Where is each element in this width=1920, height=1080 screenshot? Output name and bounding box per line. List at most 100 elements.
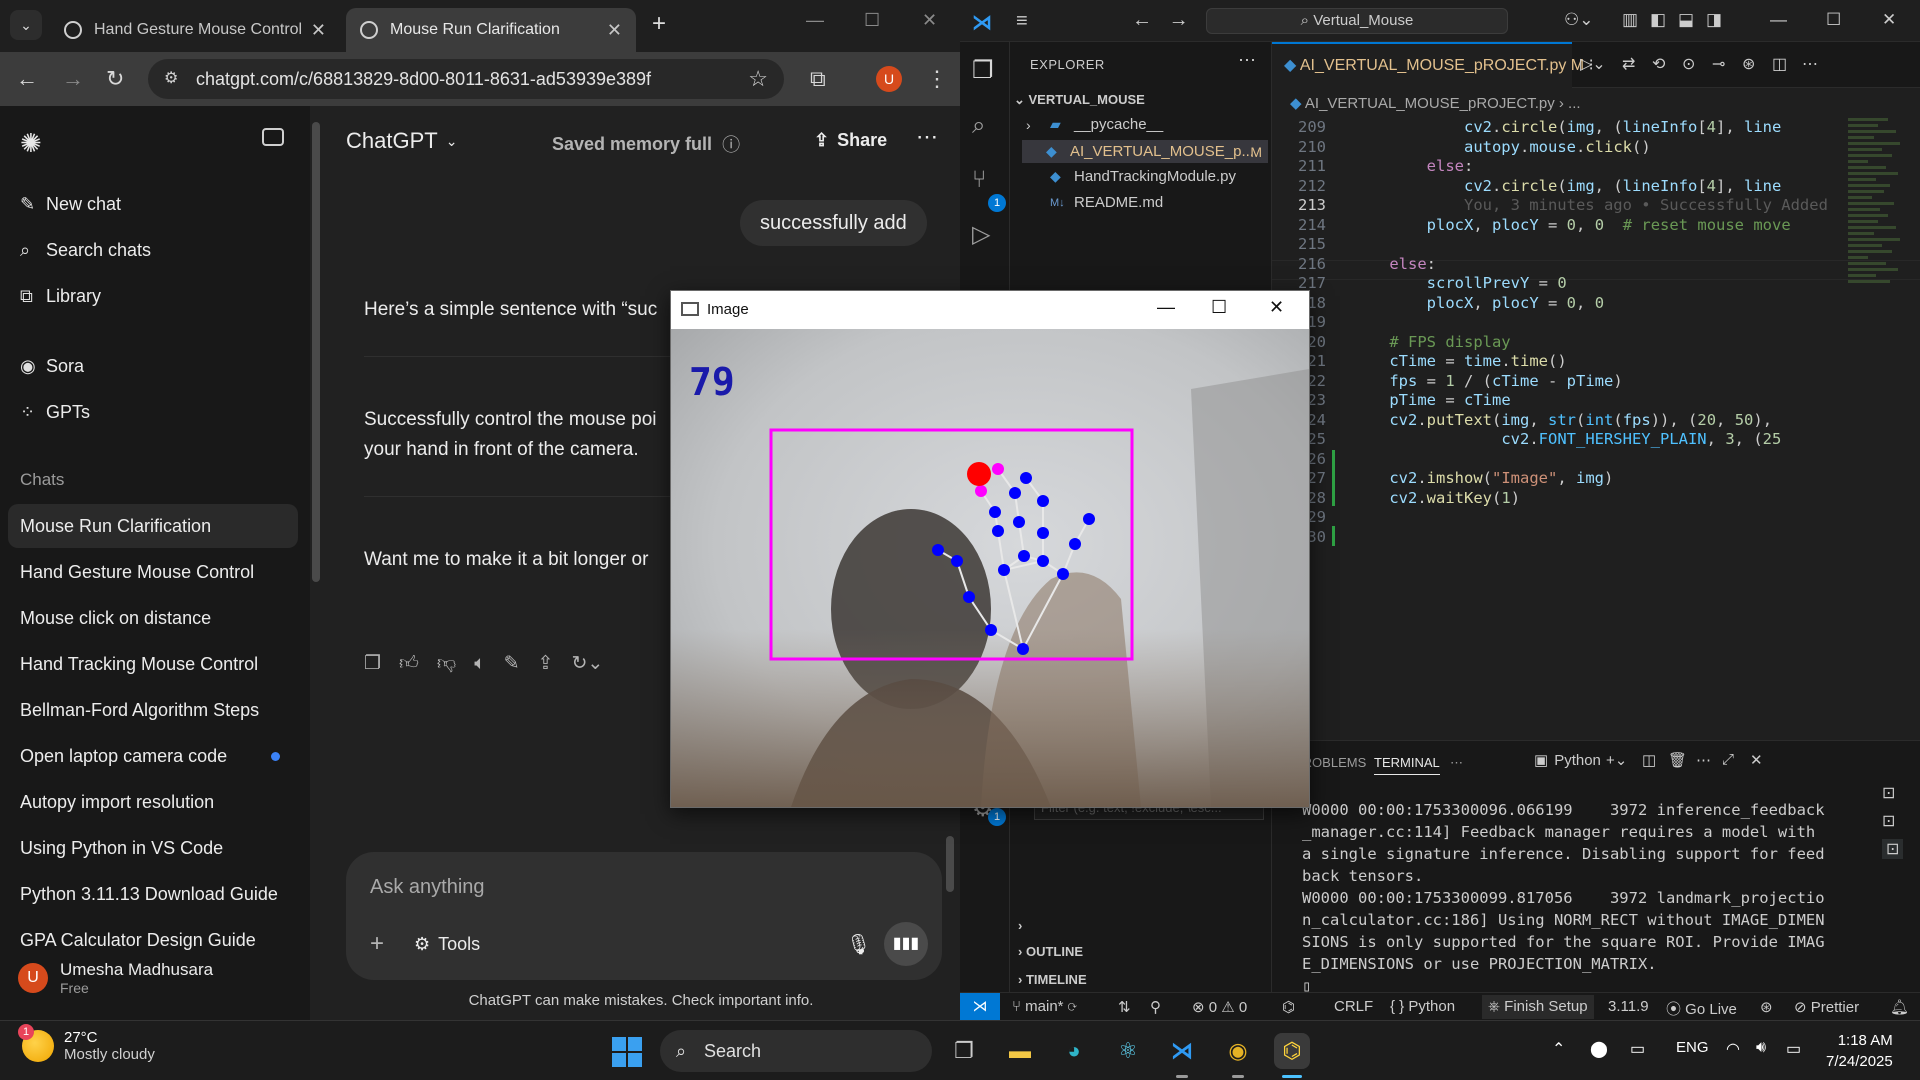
task-view-icon[interactable]: ❐ xyxy=(946,1033,982,1069)
thumbs-down-icon[interactable]: 👎︎ xyxy=(437,652,456,675)
branch-indicator[interactable]: ⑂ main* ⟳ xyxy=(1012,998,1077,1015)
maximize-panel-icon[interactable]: ⤢ xyxy=(1722,751,1734,768)
new-terminal-icon[interactable]: +⌄ xyxy=(1606,751,1627,769)
chat-scrollbar[interactable] xyxy=(946,836,954,892)
terminal-instance-icon[interactable]: ⊡ xyxy=(1882,811,1895,831)
layout-icon[interactable]: ▥ xyxy=(1622,10,1638,30)
tab-search-dropdown[interactable]: ⌄ xyxy=(10,10,42,40)
split-terminal-icon[interactable]: ◫ xyxy=(1642,751,1656,769)
sidebar-toggle-icon[interactable] xyxy=(262,128,284,146)
collapsed-section-chevron-icon[interactable]: › xyxy=(1018,918,1022,933)
chat-item[interactable]: Hand Tracking Mouse Control xyxy=(8,642,298,686)
minimize-icon[interactable]: — xyxy=(1157,297,1175,318)
toggle-panel-icon[interactable]: ⬓ xyxy=(1678,10,1694,30)
search-chats-button[interactable]: ⌕ Search chats xyxy=(20,240,151,261)
finish-setup-button[interactable]: ⎈ Finish Setup xyxy=(1482,995,1594,1019)
gpts-button[interactable]: ⁘ GPTs xyxy=(20,402,90,423)
memory-status[interactable]: Saved memory full ⓘ xyxy=(552,131,740,157)
chat-item-open-camera[interactable]: Open laptop camera code xyxy=(8,734,298,778)
explorer-icon[interactable]: ❐ xyxy=(972,56,994,85)
share-button[interactable]: ⇪ Share xyxy=(814,130,887,151)
url-field[interactable]: ⚙ chatgpt.com/c/68813829-8d00-8011-8631-… xyxy=(148,59,784,99)
site-info-icon[interactable]: ⚙ xyxy=(164,59,178,99)
tree-item-handtracking[interactable]: ◆ HandTrackingModule.py xyxy=(1026,168,1266,185)
notifications-bell-icon[interactable]: 🔔︎ xyxy=(1890,998,1909,1016)
go-live-button[interactable]: ⦿ Go Live xyxy=(1666,998,1737,1019)
tab-close-icon[interactable]: ✕ xyxy=(311,20,326,41)
tray-display-icon[interactable]: ▭ xyxy=(1630,1039,1645,1059)
editor-tab-active[interactable]: ◆ AI_VERTUAL_MOUSE_pROJECT.py M ⁝ xyxy=(1272,42,1594,88)
chat-item[interactable]: Bellman-Ford Algorithm Steps xyxy=(8,688,298,732)
battery-icon[interactable]: ▭ xyxy=(1786,1039,1801,1059)
minimize-icon[interactable]: — xyxy=(1770,10,1787,30)
voice-mode-button[interactable]: ▮▮▮ xyxy=(884,922,928,966)
run-debug-icon[interactable]: ▷ xyxy=(972,220,990,249)
edge-browser-icon[interactable]: ◕ xyxy=(1056,1033,1092,1069)
panel-actions-icon[interactable]: ⋯ xyxy=(1696,751,1711,769)
timeline-dot-icon[interactable]: ⊙ xyxy=(1682,54,1695,74)
terminal-shell-selector[interactable]: ▣ Python xyxy=(1534,751,1601,770)
start-button[interactable] xyxy=(612,1037,642,1067)
forward-icon[interactable]: → xyxy=(62,66,84,92)
tab-close-icon[interactable]: ✕ xyxy=(607,20,622,41)
system-clock[interactable]: 1:18 AM 7/24/2025 xyxy=(1826,1030,1893,1072)
bookmark-star-icon[interactable]: ☆ xyxy=(748,59,768,99)
code-editor[interactable]: ◆ AI_VERTUAL_MOUSE_pROJECT.py M ⁝ ▷⌄ ⇄ ⟲… xyxy=(1272,42,1920,740)
terminal-instance-active-icon[interactable]: ⊡ xyxy=(1882,839,1904,859)
chat-composer[interactable]: Ask anything + ⚙ Tools 🎙︎ ▮▮▮ xyxy=(346,852,942,980)
toggle-sidebar-icon[interactable]: ◧ xyxy=(1650,10,1666,30)
timeline-next-icon[interactable]: ⊸ xyxy=(1712,54,1725,74)
close-panel-icon[interactable]: ✕ xyxy=(1750,751,1763,769)
terminal-instance-icon[interactable]: ⊡ xyxy=(1882,783,1895,803)
source-control-icon[interactable]: ⑂ xyxy=(972,166,986,194)
show-hidden-icons[interactable]: ⌃ xyxy=(1552,1039,1565,1059)
copy-icon[interactable]: ❐ xyxy=(364,652,381,675)
debug-icon[interactable]: ⌬ xyxy=(1282,998,1295,1016)
split-editor-icon[interactable]: ◫ xyxy=(1772,54,1787,74)
edit-icon[interactable]: ✎ xyxy=(504,652,520,675)
sora-button[interactable]: ◉ Sora xyxy=(20,356,84,377)
file-explorer-icon[interactable]: ▬ xyxy=(1002,1033,1038,1069)
minimize-icon[interactable]: — xyxy=(806,10,824,31)
chat-input[interactable]: Ask anything xyxy=(370,876,485,899)
chat-item[interactable]: Python 3.11.13 Download Guide xyxy=(8,872,298,916)
new-tab-icon[interactable]: + xyxy=(652,10,666,38)
tab-terminal[interactable]: TERMINAL xyxy=(1374,755,1440,775)
volume-icon[interactable]: 🔊︎ xyxy=(1756,1039,1766,1057)
back-icon[interactable]: ← xyxy=(16,66,38,92)
sidebar-scrollbar[interactable] xyxy=(312,122,320,582)
input-language[interactable]: ENG xyxy=(1676,1039,1709,1056)
chat-item[interactable]: Hand Gesture Mouse Control xyxy=(8,550,298,594)
maximize-icon[interactable]: ☐ xyxy=(1826,10,1841,30)
python-version[interactable]: 3.11.9 xyxy=(1608,998,1649,1015)
python-app-icon[interactable]: ⌬ xyxy=(1274,1033,1310,1069)
eol-indicator[interactable]: CRLF xyxy=(1334,998,1373,1015)
reload-icon[interactable]: ↻ xyxy=(106,66,124,92)
close-window-icon[interactable]: ✕ xyxy=(1882,10,1896,30)
copilot-icon[interactable]: ⚇⌄ xyxy=(1564,10,1593,30)
maximize-icon[interactable]: ☐ xyxy=(1211,297,1227,318)
breadcrumb[interactable]: ◆ AI_VERTUAL_MOUSE_pROJECT.py › ... xyxy=(1290,94,1581,112)
add-attachment-icon[interactable]: + xyxy=(370,930,384,958)
browser-menu-icon[interactable]: ⋮ xyxy=(926,66,948,92)
git-lens-icon[interactable]: ⊛ xyxy=(1742,54,1755,74)
chat-item[interactable]: Using Python in VS Code xyxy=(8,826,298,870)
thumbs-up-icon[interactable]: 👍︎ xyxy=(399,652,419,675)
share-icon[interactable]: ⇪ xyxy=(538,652,554,675)
compare-icon[interactable]: ⇄ xyxy=(1622,54,1635,74)
run-icon[interactable]: ▷⌄ xyxy=(1580,54,1606,74)
copilot-status-icon[interactable]: ⊛ xyxy=(1760,998,1773,1016)
tools-button[interactable]: ⚙ Tools xyxy=(414,934,480,955)
vscode-taskbar-icon[interactable]: ⋊ xyxy=(1164,1033,1200,1069)
taskbar-search[interactable]: ⌕ Search xyxy=(660,1030,932,1072)
kill-terminal-icon[interactable]: 🗑︎ xyxy=(1668,751,1687,769)
remote-icon[interactable]: ⋊ xyxy=(960,993,1000,1021)
chat-item[interactable]: Mouse click on distance xyxy=(8,596,298,640)
close-window-icon[interactable]: ✕ xyxy=(922,10,937,31)
new-chat-button[interactable]: ✎ New chat xyxy=(20,194,121,215)
minimap[interactable] xyxy=(1848,118,1908,578)
close-window-icon[interactable]: ✕ xyxy=(1269,297,1284,318)
language-mode[interactable]: { } Python xyxy=(1390,998,1455,1015)
opencv-image-window[interactable]: Image — ☐ ✕ 79 xyxy=(670,290,1310,808)
browser-tab-mouse-run[interactable]: Mouse Run Clarification ✕ xyxy=(346,8,636,52)
